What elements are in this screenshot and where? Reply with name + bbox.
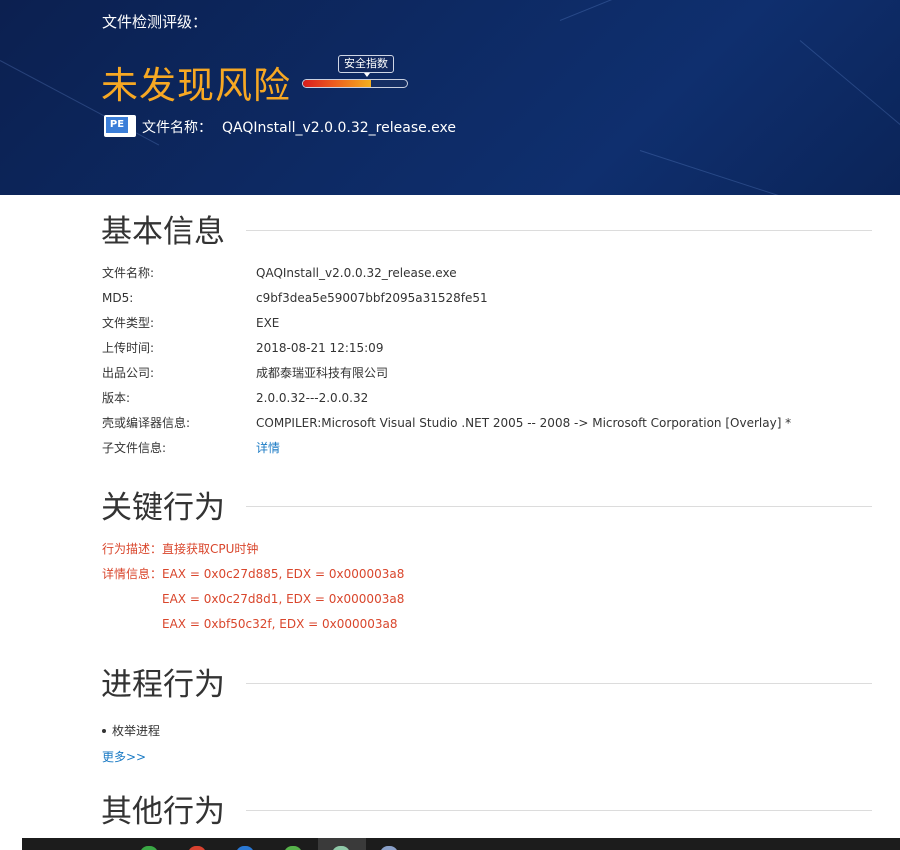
behavior-detail-value: EAX = 0x0c27d885, EDX = 0x000003a8 (162, 567, 405, 581)
behavior-detail-row: EAX = 0xbf50c32f, EDX = 0x000003a8 (162, 614, 398, 634)
behavior-detail-row: EAX = 0x0c27d8d1, EDX = 0x000003a8 (162, 589, 404, 609)
info-label: 出品公司: (102, 366, 155, 380)
info-value: 成都泰瑞亚科技有限公司 (256, 366, 389, 380)
info-label: 上传时间: (102, 341, 155, 355)
info-row-company: 出品公司: 成都泰瑞亚科技有限公司 (102, 363, 882, 383)
behavior-detail-label: 详情信息： (102, 567, 163, 581)
behavior-detail-value: EAX = 0x0c27d8d1, EDX = 0x000003a8 (162, 592, 405, 606)
taskbar-app-icon[interactable] (188, 846, 206, 850)
info-row-subfiles: 子文件信息: 详情 (102, 438, 882, 458)
file-name-label: 文件名称： (142, 120, 212, 136)
section-title-basic: 基本信息 (101, 212, 231, 252)
info-row-md5: MD5: c9bf3dea5e59007bbf2095a31528fe51 (102, 288, 882, 308)
info-label: 文件类型: (102, 316, 155, 330)
info-label: 子文件信息: (102, 441, 167, 455)
info-value: 2018-08-21 12:15:09 (256, 341, 384, 355)
taskbar-app-icon[interactable] (140, 846, 158, 850)
taskbar-app-icon[interactable] (236, 846, 254, 850)
info-label: 文件名称: (102, 266, 155, 280)
info-value: COMPILER:Microsoft Visual Studio .NET 20… (256, 416, 792, 430)
info-label: 壳或编译器信息: (102, 416, 191, 430)
info-row-compiler: 壳或编译器信息: COMPILER:Microsoft Visual Studi… (102, 413, 882, 433)
safety-pointer-icon (364, 73, 370, 77)
behavior-detail-value: EAX = 0xbf50c32f, EDX = 0x000003a8 (162, 617, 398, 631)
result-banner: 文件检测评级： 未发现风险 安全指数 PE 文件名称： QAQInstall_v2… (0, 0, 900, 195)
file-name-line: 文件名称： QAQInstall_v2.0.0.32_release.exe (142, 117, 456, 137)
section-title-key-behavior: 关键行为 (101, 488, 231, 528)
info-value: EXE (256, 316, 280, 330)
info-value: c9bf3dea5e59007bbf2095a31528fe51 (256, 291, 488, 305)
section-divider (246, 230, 872, 231)
section-divider (246, 506, 872, 507)
bullet-icon (102, 728, 106, 733)
section-divider (246, 683, 872, 684)
info-value: 2.0.0.32---2.0.0.32 (256, 391, 369, 405)
behavior-desc-value: 直接获取CPU时钟 (162, 542, 259, 556)
behavior-detail-row: 详情信息：EAX = 0x0c27d885, EDX = 0x000003a8 (102, 564, 404, 584)
safety-index-badge: 安全指数 (338, 55, 394, 73)
list-item-label: 枚举进程 (112, 724, 161, 738)
info-label: MD5: (102, 291, 134, 305)
file-name-value: QAQInstall_v2.0.0.32_release.exe (222, 120, 457, 136)
list-item: 枚举进程 (102, 721, 160, 741)
section-title-process-behavior: 进程行为 (101, 665, 231, 705)
rating-title: 文件检测评级： (102, 13, 208, 31)
taskbar-app-icon[interactable] (284, 846, 302, 850)
section-title-other-behavior: 其他行为 (101, 792, 231, 832)
info-row-file-type: 文件类型: EXE (102, 313, 882, 333)
behavior-desc-label: 行为描述： (102, 542, 163, 556)
info-row-file-name: 文件名称: QAQInstall_v2.0.0.32_release.exe (102, 263, 882, 283)
info-label: 版本: (102, 391, 131, 405)
taskbar-app-icon[interactable] (380, 846, 398, 850)
subfile-details-link[interactable]: 详情 (256, 438, 280, 458)
more-link[interactable]: 更多>> (102, 747, 146, 767)
info-row-upload-time: 上传时间: 2018-08-21 12:15:09 (102, 338, 882, 358)
taskbar (22, 838, 900, 850)
pe-file-icon: PE (104, 115, 136, 137)
safety-meter (302, 79, 408, 88)
info-value: QAQInstall_v2.0.0.32_release.exe (256, 266, 457, 280)
info-row-version: 版本: 2.0.0.32---2.0.0.32 (102, 388, 882, 408)
risk-level: 未发现风险 (101, 64, 291, 107)
section-divider (246, 810, 872, 811)
behavior-description: 行为描述：直接获取CPU时钟 (102, 539, 258, 559)
safety-meter-fill (303, 80, 371, 87)
